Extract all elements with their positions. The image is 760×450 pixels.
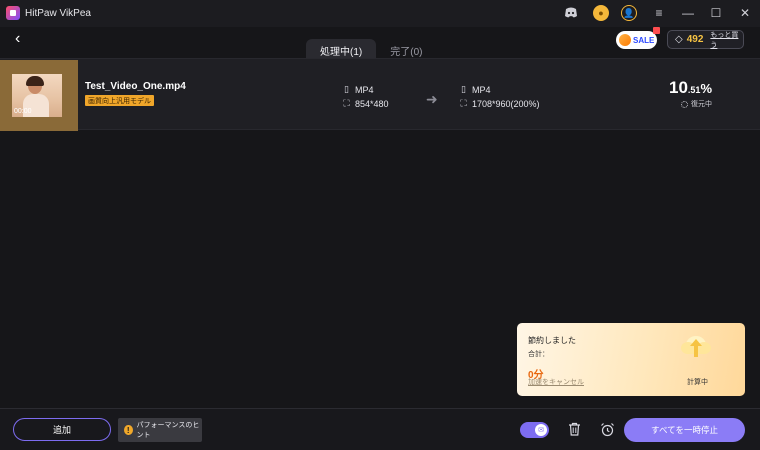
- credit-count: 492: [686, 34, 704, 45]
- source-resolution: ⛶ 854*480: [342, 98, 389, 109]
- credits-box[interactable]: ◇ 492 もっと買う: [667, 30, 744, 49]
- minimize-icon[interactable]: —: [680, 5, 696, 21]
- file-icon: ▯: [461, 84, 466, 94]
- model-tag: 画質向上汎用モデル: [85, 95, 154, 106]
- thumbnail-time: 00:00: [14, 108, 32, 115]
- source-format: ▯ MP4: [342, 84, 374, 95]
- sale-label: SALE: [633, 35, 655, 45]
- progress-status-label: 復元中: [691, 101, 712, 108]
- coin-icon[interactable]: ●: [593, 5, 609, 21]
- savings-status: 計算中: [687, 379, 708, 386]
- progress-unit: %: [700, 81, 712, 96]
- target-resolution: ⛶ 1708*960(200%): [459, 98, 540, 109]
- progress-whole: 10: [669, 78, 688, 97]
- progress-status: 復元中: [681, 99, 712, 109]
- file-name: Test_Video_One.mp4: [85, 81, 186, 92]
- file-icon: ▯: [344, 84, 349, 94]
- buy-more-link[interactable]: もっと買う: [710, 30, 743, 50]
- task-row[interactable]: 00:00: [0, 58, 760, 131]
- target-resolution-label: 1708*960(200%): [472, 98, 540, 109]
- cancel-acceleration-link[interactable]: 加速をキャンセル: [528, 377, 584, 387]
- target-format: ▯ MP4: [459, 84, 491, 95]
- sale-flag-icon: [653, 27, 660, 34]
- user-icon[interactable]: 👤: [621, 5, 637, 21]
- source-resolution-label: 854*480: [355, 98, 389, 109]
- progress-percent: 10.51%: [669, 78, 712, 98]
- savings-panel: 節約しました 合計： 0分 加速をキャンセル 計算中: [517, 323, 745, 396]
- trash-icon[interactable]: [566, 421, 582, 437]
- warning-icon: !: [124, 425, 133, 435]
- spinner-icon: [681, 100, 688, 108]
- close-icon[interactable]: ✕: [737, 5, 753, 21]
- discord-icon[interactable]: [563, 5, 579, 21]
- convert-arrow-icon: ➜: [426, 91, 438, 107]
- sale-coin-icon: [619, 34, 631, 46]
- diamond-icon: ◇: [675, 34, 683, 45]
- maximize-icon[interactable]: ☐: [708, 5, 724, 21]
- resize-icon: ⛶: [343, 98, 350, 108]
- title-bar: HitPaw VikPea ● 👤 ≡ — ☐ ✕: [0, 0, 760, 27]
- resize-icon: ⛶: [460, 98, 467, 108]
- savings-title: 節約しました: [528, 336, 576, 345]
- back-arrow-icon[interactable]: ‹: [15, 31, 29, 47]
- app-title: HitPaw VikPea: [25, 8, 91, 19]
- performance-tips-label: パフォーマンスのヒント: [136, 422, 200, 439]
- app-logo-icon: [6, 6, 20, 20]
- sale-badge[interactable]: SALE: [616, 27, 660, 49]
- pause-all-button[interactable]: すべてを一時停止: [624, 418, 745, 442]
- add-button[interactable]: 追加: [13, 418, 111, 441]
- cloud-upload-icon: [681, 336, 711, 357]
- performance-tips-button[interactable]: ! パフォーマンスのヒント: [118, 418, 202, 442]
- progress-fraction: .51: [687, 85, 701, 95]
- mail-icon: ✉: [535, 424, 547, 436]
- target-format-label: MP4: [472, 84, 491, 95]
- source-format-label: MP4: [355, 84, 374, 95]
- savings-total-label: 合計：: [528, 351, 549, 358]
- email-notify-toggle[interactable]: ✉: [520, 422, 549, 438]
- alarm-clock-icon[interactable]: [599, 421, 615, 437]
- video-thumbnail[interactable]: 00:00: [0, 60, 78, 131]
- menu-icon[interactable]: ≡: [651, 5, 667, 21]
